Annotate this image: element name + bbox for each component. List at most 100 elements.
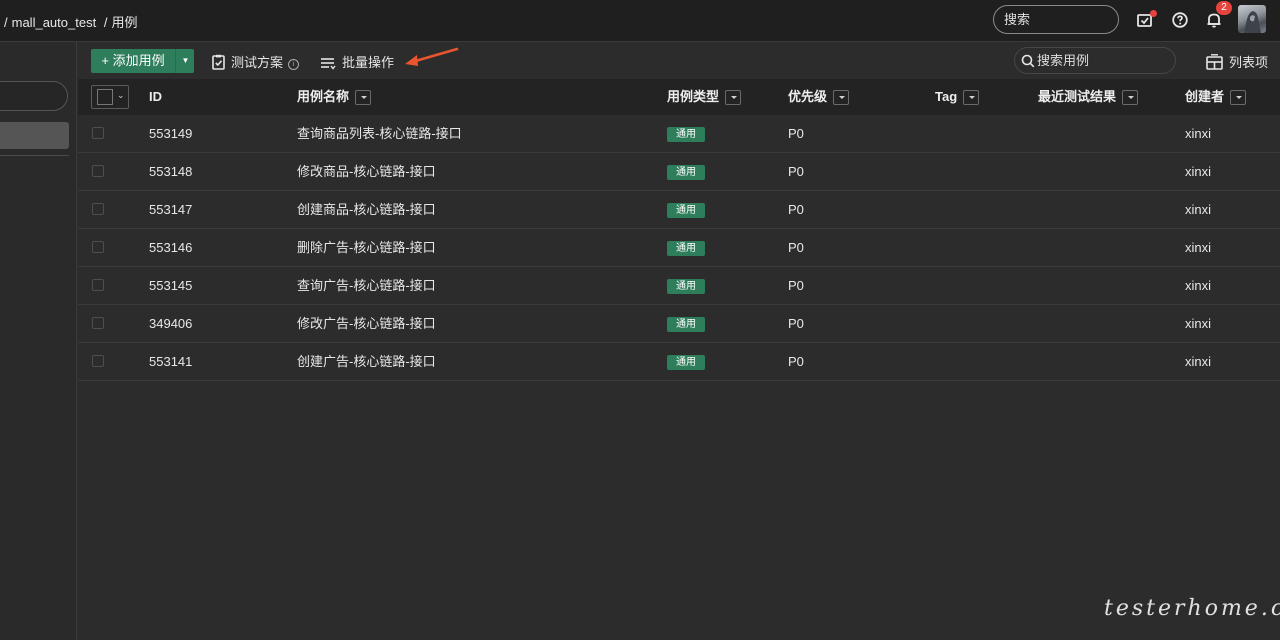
type-filter-icon[interactable]	[725, 90, 742, 105]
row-checkbox[interactable]	[92, 355, 104, 367]
plus-icon: +	[101, 53, 113, 68]
add-case-dropdown-caret[interactable]: ▼	[177, 49, 194, 73]
tag-filter-icon[interactable]	[963, 90, 980, 105]
global-search-input[interactable]: 搜索	[993, 5, 1119, 34]
button-divider	[175, 49, 176, 73]
cell-creator: xinxi	[1185, 202, 1212, 217]
chevron-down-icon[interactable]: ⌄	[117, 90, 125, 101]
cell-name[interactable]: 查询广告-核心链路-接口	[297, 267, 436, 305]
name-filter-icon[interactable]	[355, 90, 372, 105]
breadcrumb-page: 用例	[111, 15, 138, 30]
top-bar: / mall_auto_test / 用例 搜索 2	[0, 0, 1280, 42]
header-name-label: 用例名称	[297, 89, 350, 104]
row-checkbox[interactable]	[92, 165, 104, 177]
row-checkbox[interactable]	[92, 279, 104, 291]
select-all-checkbox[interactable]	[97, 89, 113, 105]
type-badge: 通用	[667, 127, 705, 143]
header-type-label: 用例类型	[667, 89, 720, 104]
breadcrumb-project[interactable]: mall_auto_test	[12, 15, 97, 30]
type-badge: 通用	[667, 165, 705, 181]
sidebar	[0, 42, 77, 640]
type-badge: 通用	[667, 355, 705, 371]
cell-priority: P0	[788, 164, 804, 179]
type-badge: 通用	[667, 279, 705, 295]
cell-id: 553146	[149, 240, 193, 255]
column-settings-button[interactable]: 列表项	[1206, 52, 1268, 71]
row-checkbox[interactable]	[92, 203, 104, 215]
cell-name[interactable]: 创建商品-核心链路-接口	[297, 191, 436, 229]
cell-priority: P0	[788, 202, 804, 217]
row-checkbox[interactable]	[92, 241, 104, 253]
cell-id: 553147	[149, 202, 193, 217]
sidebar-item-selected[interactable]	[0, 122, 69, 149]
table-row[interactable]: 553148 修改商品-核心链路-接口 通用 P0 xinxi	[78, 153, 1280, 191]
cell-id: 553141	[149, 354, 193, 369]
header-creator: 创建者	[1185, 79, 1247, 115]
cell-creator: xinxi	[1185, 126, 1212, 141]
test-plan-button[interactable]: 测试方案 i	[212, 52, 300, 71]
header-tag: Tag	[935, 79, 980, 115]
sidebar-divider	[0, 155, 69, 156]
help-icon[interactable]	[1171, 11, 1189, 29]
cell-name[interactable]: 删除广告-核心链路-接口	[297, 229, 436, 267]
header-last-result: 最近测试结果	[1038, 79, 1139, 115]
add-case-button[interactable]: + 添加用例 ▼	[91, 49, 194, 73]
header-creator-label: 创建者	[1185, 89, 1225, 104]
cell-priority: P0	[788, 354, 804, 369]
cell-name[interactable]: 修改商品-核心链路-接口	[297, 153, 436, 191]
clipboard-check-icon	[212, 54, 225, 70]
cell-name[interactable]: 查询商品列表-核心链路-接口	[297, 115, 462, 153]
cell-priority: P0	[788, 316, 804, 331]
cell-id: 349406	[149, 316, 193, 331]
last-result-filter-icon[interactable]	[1122, 90, 1139, 105]
table-row[interactable]: 553149 查询商品列表-核心链路-接口 通用 P0 xinxi	[78, 115, 1280, 153]
batch-operation-button[interactable]: 批量操作	[320, 52, 394, 71]
cell-creator: xinxi	[1185, 164, 1212, 179]
header-tag-label: Tag	[935, 89, 958, 104]
header-id[interactable]: ID	[149, 79, 162, 115]
avatar[interactable]	[1238, 5, 1266, 33]
toolbar: + 添加用例 ▼ 测试方案 i 批量操作 搜索用例 列表项	[78, 42, 1280, 79]
sidebar-search-input[interactable]	[0, 81, 68, 111]
case-search-placeholder: 搜索用例	[1037, 53, 1090, 68]
watermark-text: testerhome.com	[1104, 596, 1280, 621]
table-row[interactable]: 349406 修改广告-核心链路-接口 通用 P0 xinxi	[78, 305, 1280, 343]
add-case-main[interactable]: + 添加用例	[91, 49, 175, 73]
case-search-input[interactable]: 搜索用例	[1014, 47, 1176, 74]
column-settings-label: 列表项	[1229, 55, 1269, 70]
header-last-result-label: 最近测试结果	[1038, 89, 1117, 104]
table-row[interactable]: 553145 查询广告-核心链路-接口 通用 P0 xinxi	[78, 267, 1280, 305]
cell-creator: xinxi	[1185, 240, 1212, 255]
cell-type: 通用	[667, 153, 705, 191]
avatar-image	[1244, 11, 1261, 33]
priority-filter-icon[interactable]	[833, 90, 850, 105]
add-case-label: 添加用例	[112, 53, 165, 68]
cell-name[interactable]: 创建广告-核心链路-接口	[297, 343, 436, 381]
select-all-dropdown[interactable]: ⌄	[91, 85, 129, 109]
cell-name[interactable]: 修改广告-核心链路-接口	[297, 305, 436, 343]
type-badge: 通用	[667, 241, 705, 257]
cell-type: 通用	[667, 305, 705, 343]
header-type: 用例类型	[667, 79, 742, 115]
cell-id: 553145	[149, 278, 193, 293]
table-row[interactable]: 553141 创建广告-核心链路-接口 通用 P0 xinxi	[78, 343, 1280, 381]
cell-type: 通用	[667, 115, 705, 153]
breadcrumb-separator: /	[4, 15, 8, 30]
case-table: ⌄ ID 用例名称 用例类型 优先级 Tag 最近测试结果 创建者 553149…	[78, 79, 1280, 381]
table-row[interactable]: 553147 创建商品-核心链路-接口 通用 P0 xinxi	[78, 191, 1280, 229]
table-row[interactable]: 553146 删除广告-核心链路-接口 通用 P0 xinxi	[78, 229, 1280, 267]
cell-type: 通用	[667, 343, 705, 381]
row-checkbox[interactable]	[92, 127, 104, 139]
cell-priority: P0	[788, 278, 804, 293]
creator-filter-icon[interactable]	[1230, 90, 1247, 105]
annotation-arrow-icon	[405, 47, 459, 66]
cell-creator: xinxi	[1185, 278, 1212, 293]
row-checkbox[interactable]	[92, 317, 104, 329]
table-header: ⌄ ID 用例名称 用例类型 优先级 Tag 最近测试结果 创建者	[78, 79, 1280, 115]
header-name: 用例名称	[297, 79, 372, 115]
type-badge: 通用	[667, 317, 705, 333]
cell-type: 通用	[667, 267, 705, 305]
table-body: 553149 查询商品列表-核心链路-接口 通用 P0 xinxi 553148…	[78, 115, 1280, 381]
info-icon[interactable]: i	[288, 59, 300, 70]
cell-creator: xinxi	[1185, 354, 1212, 369]
